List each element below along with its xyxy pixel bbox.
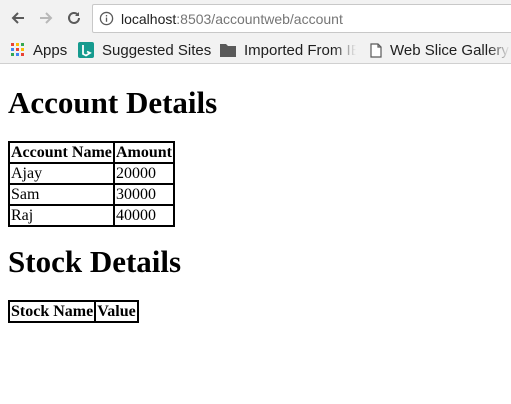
bookmark-label: Imported From IE	[244, 41, 356, 59]
column-header-account-name: Account Name	[9, 142, 114, 163]
account-table: Account Name Amount Ajay 20000 Sam 30000…	[8, 141, 176, 227]
account-details-heading: Account Details	[8, 85, 218, 120]
bookmark-suggested-sites[interactable]: Suggested Sites	[78, 39, 211, 61]
bookmark-label: Web Slice Gallery	[390, 41, 509, 59]
cell-account-name: Sam	[9, 184, 114, 205]
folder-icon	[220, 44, 236, 57]
page-icon	[370, 42, 382, 58]
table-row: Sam 30000	[9, 184, 175, 205]
apps-grid-icon	[11, 43, 24, 56]
stock-details-heading: Stock Details	[8, 244, 182, 279]
stock-table: Stock Name Value	[8, 300, 139, 323]
page-content: Account Details Account Name Amount Ajay…	[0, 85, 511, 323]
cell-account-name: Ajay	[9, 163, 114, 184]
bookmark-label: Suggested Sites	[102, 41, 212, 59]
bookmark-imported-from-ie[interactable]: Imported From IE	[220, 39, 356, 61]
forward-button[interactable]	[34, 6, 58, 30]
column-header-amount: Amount	[114, 142, 175, 163]
reload-icon	[68, 11, 80, 24]
back-button[interactable]	[6, 6, 30, 30]
bookmarks-bar: Apps Suggested Sites Imported From IE We…	[0, 37, 511, 63]
browser-toolbar: localhost:8503/accountweb/account	[0, 0, 511, 37]
cell-account-name: Raj	[9, 205, 114, 226]
url-path: :8503/accountweb/account	[176, 10, 343, 27]
column-header-stock-name: Stock Name	[9, 301, 96, 322]
cell-amount: 30000	[114, 184, 175, 205]
bookmark-web-slice-gallery[interactable]: Web Slice Gallery	[370, 39, 510, 61]
table-row: Raj 40000	[9, 205, 175, 226]
address-url: localhost:8503/accountweb/account	[121, 11, 343, 27]
back-arrow-icon	[11, 12, 24, 24]
table-row: Ajay 20000	[9, 163, 175, 184]
reload-button[interactable]	[62, 6, 86, 30]
cell-amount: 40000	[114, 205, 175, 226]
browser-chrome: localhost:8503/accountweb/account Apps S…	[0, 0, 511, 64]
table-header-row: Stock Name Value	[9, 301, 138, 322]
bookmark-apps[interactable]: Apps	[11, 39, 67, 61]
address-bar[interactable]: localhost:8503/accountweb/account	[92, 4, 511, 33]
info-icon[interactable]	[99, 11, 114, 26]
column-header-value: Value	[95, 301, 138, 322]
table-header-row: Account Name Amount	[9, 142, 175, 163]
bing-icon	[78, 42, 94, 58]
url-host: localhost	[121, 10, 177, 27]
forward-arrow-icon	[40, 12, 53, 24]
cell-amount: 20000	[114, 163, 175, 184]
bookmark-label: Apps	[33, 41, 68, 59]
